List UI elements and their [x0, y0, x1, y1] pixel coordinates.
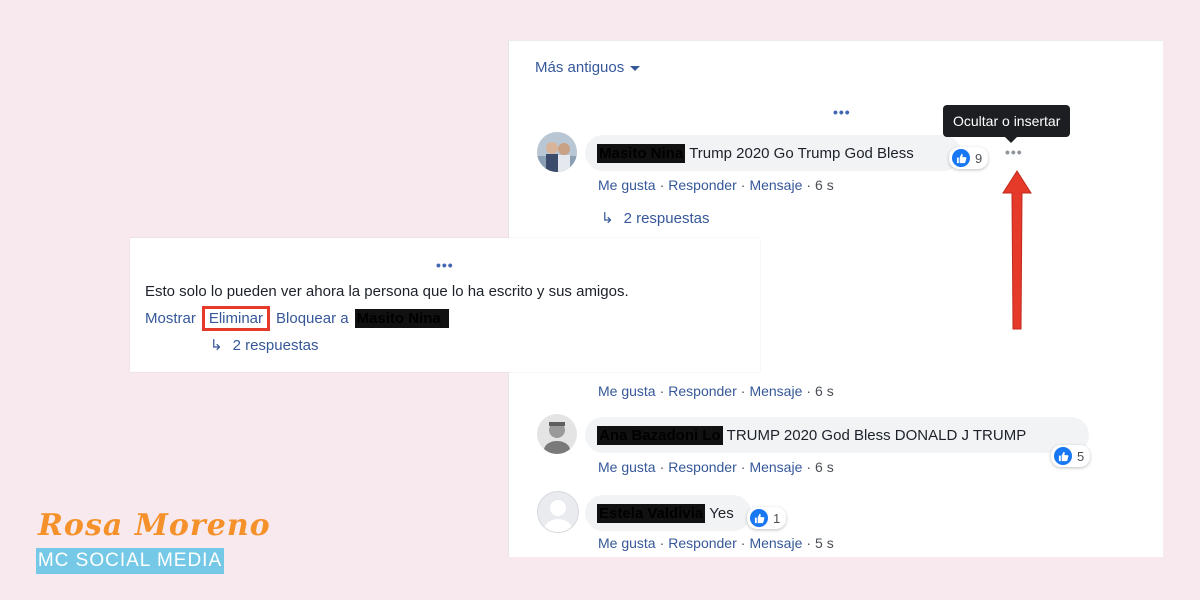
tooltip: Ocultar o insertar [943, 105, 1071, 143]
reaction-number: 1 [773, 510, 781, 526]
sort-dropdown[interactable]: Más antiguos [535, 59, 641, 76]
like-icon [1054, 447, 1072, 465]
reaction-number: 9 [975, 150, 983, 166]
reaction-number: 5 [1077, 448, 1085, 464]
block-link[interactable]: Bloquear a [276, 310, 349, 327]
reply-link[interactable]: Responder [668, 177, 737, 193]
reaction-count[interactable]: 1 [747, 507, 787, 529]
replies-label: 2 respuestas [232, 336, 319, 354]
more-dots-icon[interactable]: ••• [833, 105, 851, 119]
comment-bubble: Ana Bazadoni Lo TRUMP 2020 God Bless DON… [585, 417, 1089, 453]
hidden-comment-panel: ••• Esto solo lo pueden ver ahora la per… [130, 238, 760, 372]
like-link[interactable]: Me gusta [598, 383, 656, 399]
hidden-comment-actions: Mostrar Eliminar Bloquear a Masito Nina [145, 306, 449, 331]
sort-label: Más antiguos [535, 59, 625, 76]
avatar[interactable] [537, 132, 577, 172]
reply-arrow-icon: ↳ [210, 337, 223, 354]
timestamp: 6 s [815, 177, 834, 193]
avatar[interactable] [537, 414, 577, 454]
reply-arrow-icon: ↳ [601, 210, 614, 227]
reaction-count[interactable]: 5 [1051, 445, 1091, 467]
comment-author[interactable]: Estela Valdivia [597, 503, 706, 523]
like-link[interactable]: Me gusta [598, 459, 656, 475]
reply-link[interactable]: Responder [668, 383, 737, 399]
like-icon [750, 509, 768, 527]
comment-actions: Me gusta · Responder · Mensaje · 6 s [598, 459, 834, 475]
caret-down-icon [630, 66, 641, 71]
reaction-count[interactable]: 9 [949, 147, 989, 169]
comment-author[interactable]: Ana Bazadoni Lo [597, 425, 723, 445]
replies-link[interactable]: ↳ 2 respuestas [210, 336, 319, 355]
like-link[interactable]: Me gusta [598, 177, 656, 193]
avatar[interactable] [537, 491, 579, 533]
show-link[interactable]: Mostrar [145, 310, 196, 327]
blocked-name[interactable]: Masito Nina [354, 309, 449, 328]
comment-actions: Me gusta · Responder · Mensaje · 5 s [598, 535, 834, 551]
options-dots-icon[interactable]: ••• [1005, 145, 1023, 159]
brand-subtitle: MC SOCIAL MEDIA [36, 548, 224, 574]
more-dots-icon[interactable]: ••• [436, 258, 454, 272]
comment-actions: Me gusta · Responder · Mensaje · 6 s [598, 177, 834, 193]
message-link[interactable]: Mensaje [749, 383, 802, 399]
like-icon [952, 149, 970, 167]
delete-link[interactable]: Eliminar [201, 306, 271, 331]
reply-link[interactable]: Responder [668, 459, 737, 475]
timestamp: 6 s [815, 383, 834, 399]
message-link[interactable]: Mensaje [749, 177, 802, 193]
comment-text: TRUMP 2020 God Bless DONALD J TRUMP [726, 426, 1027, 444]
comment-text: Yes [709, 504, 734, 522]
hidden-notice: Esto solo lo pueden ver ahora la persona… [145, 283, 629, 300]
like-link[interactable]: Me gusta [598, 535, 656, 551]
message-link[interactable]: Mensaje [749, 535, 802, 551]
comment-bubble: Masito Nina Trump 2020 Go Trump God Bles… [585, 135, 961, 171]
comment-actions: Me gusta · Responder · Mensaje · 6 s [598, 383, 834, 399]
comment-text: Trump 2020 Go Trump God Bless [689, 144, 914, 162]
timestamp: 5 s [815, 535, 834, 551]
message-link[interactable]: Mensaje [749, 459, 802, 475]
replies-label: 2 respuestas [623, 209, 710, 227]
red-arrow-annotation [1002, 170, 1032, 330]
replies-link[interactable]: ↳ 2 respuestas [601, 209, 710, 228]
comment-bubble: Estela Valdivia Yes [585, 495, 751, 531]
comment-author[interactable]: Masito Nina [597, 143, 686, 163]
reply-link[interactable]: Responder [668, 535, 737, 551]
timestamp: 6 s [815, 459, 834, 475]
brand-name: Rosa Moreno [38, 508, 271, 543]
